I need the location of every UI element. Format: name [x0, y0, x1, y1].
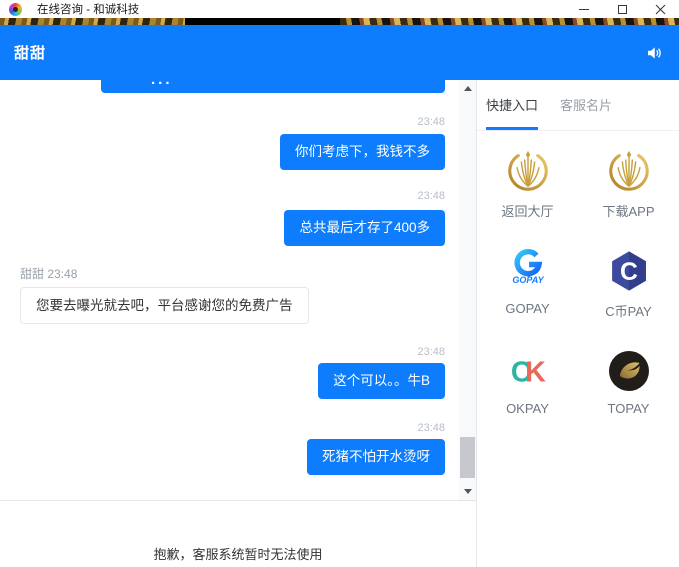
- shortcut-c-coin-pay[interactable]: C C币PAY: [578, 248, 679, 320]
- message-timestamp: 23:48: [417, 191, 445, 202]
- shortcut-label: TOPAY: [608, 401, 650, 416]
- shortcut-topay[interactable]: TOPAY: [578, 348, 679, 416]
- minimize-icon: [579, 9, 589, 10]
- shortcut-label: OKPAY: [506, 401, 549, 416]
- shortcut-label: 下载APP: [602, 201, 654, 220]
- close-icon: [655, 4, 666, 15]
- svg-text:GOPAY: GOPAY: [512, 275, 544, 285]
- shortcut-grid: 返回大厅: [477, 131, 679, 416]
- sidebar: 快捷入口 客服名片: [477, 80, 679, 567]
- message-timestamp: 23:48: [417, 347, 445, 358]
- message-timestamp: 23:48: [47, 267, 77, 281]
- chat-scrollbar[interactable]: [459, 80, 476, 500]
- minimize-button[interactable]: [565, 0, 603, 18]
- window-controls: [565, 0, 679, 18]
- tab-agent-card[interactable]: 客服名片: [560, 80, 612, 130]
- chat-header: 甜甜: [0, 25, 679, 80]
- scroll-up-button[interactable]: [459, 80, 476, 97]
- shortcut-return-lobby[interactable]: 返回大厅: [477, 148, 578, 220]
- arrow-down-icon: [464, 489, 472, 494]
- message-timestamp: 23:48: [417, 117, 445, 128]
- okpay-icon: C K: [507, 348, 549, 394]
- gopay-icon: GOPAY: [506, 248, 550, 294]
- chat-footer: 抱歉，客服系统暂时无法使用: [0, 500, 476, 566]
- background-page-strip: [0, 18, 679, 25]
- maximize-icon: [618, 5, 627, 14]
- speaker-icon: [645, 44, 663, 62]
- svg-text:C: C: [620, 259, 638, 286]
- arrow-up-icon: [464, 86, 472, 91]
- chat-panel: ... 23:48 你们考虑下，我钱不多 23:48 总共最后才存了400多 甜…: [0, 80, 477, 567]
- maximize-button[interactable]: [603, 0, 641, 18]
- sidebar-tabs: 快捷入口 客服名片: [477, 80, 679, 131]
- message-bubble-outgoing-partial: ...: [101, 80, 445, 93]
- topay-icon: [607, 348, 651, 394]
- shortcut-gopay[interactable]: GOPAY GOPAY: [477, 248, 578, 320]
- download-app-emblem-icon: [606, 148, 652, 194]
- message-bubble-outgoing: 总共最后才存了400多: [284, 210, 445, 246]
- message-bubble-outgoing: 这个可以。。牛B: [318, 363, 445, 399]
- volume-toggle-button[interactable]: [643, 42, 665, 64]
- message-bubble-incoming: 您要去曝光就去吧，平台感谢您的免费广告: [20, 287, 309, 324]
- shortcut-download-app[interactable]: 下载APP: [578, 148, 679, 220]
- app-logo-icon: [9, 3, 22, 16]
- sender-and-time: 甜甜 23:48: [20, 268, 77, 280]
- message-bubble-outgoing: 死猪不怕开水烫呀: [307, 439, 445, 475]
- window-title: 在线咨询 - 和诚科技: [37, 1, 139, 17]
- shortcut-label: 返回大厅: [501, 201, 553, 220]
- message-list: ... 23:48 你们考虑下，我钱不多 23:48 总共最后才存了400多 甜…: [0, 80, 476, 500]
- message-timestamp: 23:48: [417, 423, 445, 434]
- shortcut-okpay[interactable]: C K OKPAY: [477, 348, 578, 416]
- sender-name: 甜甜: [20, 267, 44, 281]
- tab-quick-entry[interactable]: 快捷入口: [486, 80, 538, 130]
- titlebar: 在线咨询 - 和诚科技: [0, 0, 679, 18]
- message-bubble-outgoing: 你们考虑下，我钱不多: [280, 134, 445, 170]
- scroll-down-button[interactable]: [459, 483, 476, 500]
- system-unavailable-notice: 抱歉，客服系统暂时无法使用: [0, 544, 476, 563]
- shortcut-label: C币PAY: [605, 301, 651, 320]
- close-button[interactable]: [641, 0, 679, 18]
- scrollbar-thumb[interactable]: [460, 437, 475, 478]
- agent-name: 甜甜: [14, 42, 46, 63]
- svg-text:K: K: [525, 357, 546, 389]
- shortcut-label: GOPAY: [505, 301, 549, 316]
- c-coin-pay-icon: C: [608, 248, 650, 294]
- lobby-emblem-icon: [505, 148, 551, 194]
